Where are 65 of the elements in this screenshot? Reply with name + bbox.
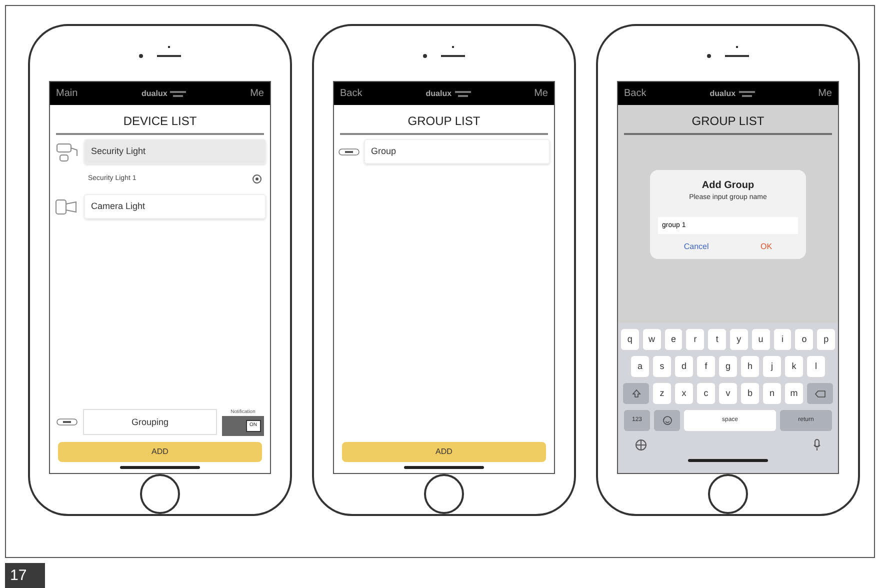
keyboard-key[interactable]: s [653, 356, 671, 377]
home-button[interactable] [424, 474, 464, 514]
add-button[interactable]: ADD [342, 442, 546, 462]
group-row[interactable]: Group [364, 139, 550, 164]
keyboard-key[interactable]: k [785, 356, 803, 377]
profile-link[interactable]: Me [250, 86, 264, 101]
nav-link[interactable]: Back [624, 86, 646, 101]
gear-icon[interactable] [252, 174, 262, 184]
nav-link[interactable]: Main [56, 86, 78, 101]
keyboard-key[interactable]: x [675, 383, 693, 404]
home-button[interactable] [708, 474, 748, 514]
keyboard-key[interactable]: t [708, 329, 726, 350]
backspace-icon [814, 390, 826, 398]
home-button[interactable] [140, 474, 180, 514]
keyboard-key[interactable]: l [807, 356, 825, 377]
list-heading: GROUP LIST [624, 105, 832, 135]
profile-link[interactable]: Me [534, 86, 548, 101]
logo-mark-icon [170, 90, 186, 96]
keyboard-key[interactable]: a [631, 356, 649, 377]
keyboard-key[interactable]: u [752, 329, 770, 350]
keyboard-key[interactable]: f [697, 356, 715, 377]
dialog-title: Add Group [700, 179, 756, 193]
floodlight-icon [54, 140, 80, 162]
grouping-button[interactable]: Grouping [83, 409, 217, 436]
group-icon [56, 418, 78, 426]
logo-mark-icon [454, 90, 471, 96]
keyboard-key[interactable]: z [653, 383, 671, 404]
app-logo: dualux [426, 88, 452, 100]
shift-key[interactable] [623, 383, 649, 404]
keyboard-key[interactable]: d [675, 356, 693, 377]
keyboard-key[interactable]: j [763, 356, 781, 377]
keyboard-key[interactable]: q [621, 329, 639, 350]
page-number: 17 [5, 563, 45, 588]
keyboard-key[interactable]: h [741, 356, 759, 377]
device-row[interactable]: Security Light [84, 139, 266, 164]
add-button[interactable]: ADD [58, 442, 262, 462]
keyboard-key[interactable]: c [697, 383, 715, 404]
keyboard-key[interactable]: g [719, 356, 737, 377]
profile-link[interactable]: Me [818, 86, 832, 101]
cancel-button[interactable]: Cancel [678, 238, 715, 254]
keyboard-key[interactable]: e [664, 329, 682, 350]
logo-mark-icon [738, 90, 755, 96]
device-row[interactable]: Camera Light [84, 194, 266, 219]
group-icon [338, 148, 360, 156]
smiley-icon [662, 416, 672, 425]
app-logo: dualux [142, 88, 168, 100]
microphone-icon[interactable] [813, 439, 821, 451]
shift-icon [632, 389, 640, 398]
list-heading: GROUP LIST [340, 105, 548, 135]
globe-icon[interactable] [635, 439, 647, 451]
nav-link[interactable]: Back [340, 86, 362, 101]
keyboard-key[interactable]: n [763, 383, 781, 404]
keyboard-key[interactable]: b [741, 383, 759, 404]
keyboard-key[interactable]: o [795, 329, 814, 350]
keyboard-key[interactable]: p [817, 329, 835, 350]
keyboard-key[interactable]: y [730, 329, 748, 350]
keyboard-key[interactable]: i [774, 329, 792, 350]
list-heading: DEVICE LIST [56, 105, 264, 135]
keyboard-key[interactable]: r [686, 329, 704, 350]
app-logo: dualux [710, 88, 736, 100]
keyboard-key[interactable]: w [642, 329, 661, 350]
keyboard-key[interactable]: m [785, 383, 803, 404]
delete-key[interactable] [807, 383, 833, 404]
keyboard-key[interactable]: v [719, 383, 737, 404]
emoji-key[interactable] [654, 410, 680, 431]
